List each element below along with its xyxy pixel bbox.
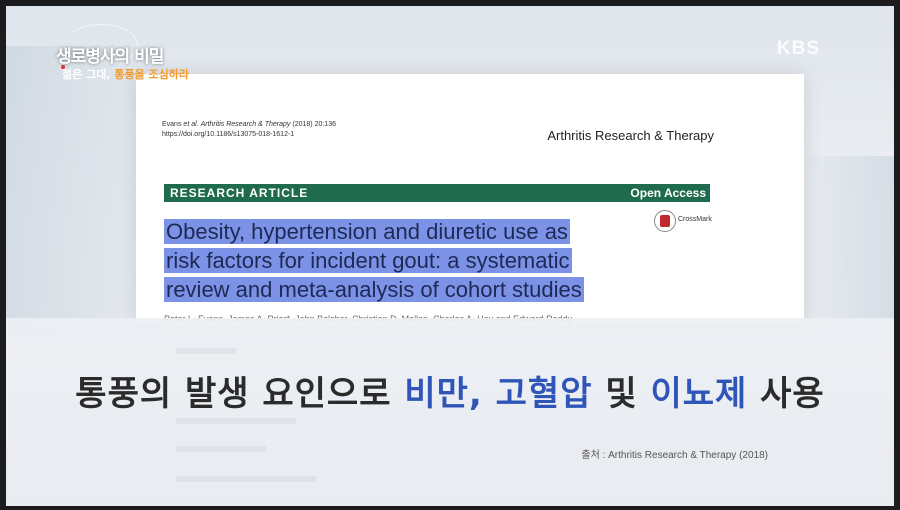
banner-label: RESEARCH ARTICLE (170, 186, 309, 200)
article-type-banner: RESEARCH ARTICLE Open Access (164, 184, 710, 202)
broadcaster-logo: KBS (776, 38, 820, 59)
background-panel (794, 156, 894, 326)
paper-page: Evans et al. Arthritis Research & Therap… (136, 74, 804, 324)
program-title: 생로병사의 비밀 (56, 47, 164, 67)
video-frame: Evans et al. Arthritis Research & Therap… (6, 6, 894, 506)
journal-name: Arthritis Research & Therapy (547, 128, 714, 143)
open-access-label: Open Access (630, 186, 706, 200)
caption-text: 통풍의 발생 요인으로 비만, 고혈압 및 이뇨제 사용 (75, 374, 825, 414)
program-subtitle: 젊은 그대, 통풍을 조심하라 (62, 68, 190, 81)
crossmark-icon (654, 210, 676, 232)
citation: Evans et al. Arthritis Research & Therap… (162, 121, 336, 138)
source-credit: 출처 : Arthritis Research & Therapy (2018) (581, 450, 768, 461)
article-title: Obesity, hypertension and diuretic use a… (164, 219, 584, 302)
